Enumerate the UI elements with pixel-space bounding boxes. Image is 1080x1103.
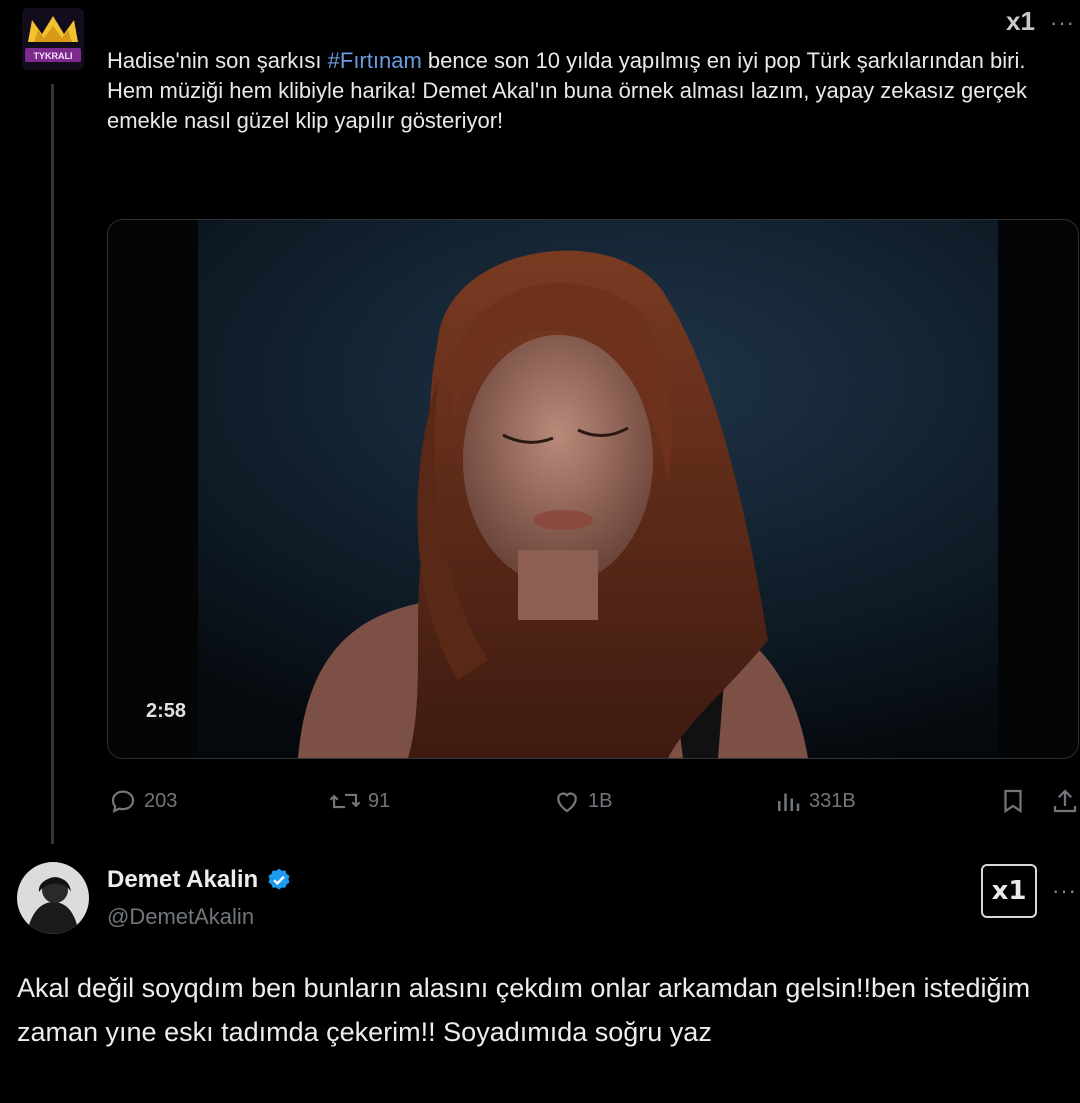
repost-count: 91 bbox=[368, 789, 391, 812]
verified-badge-icon bbox=[268, 868, 290, 890]
bookmark-icon bbox=[1004, 789, 1022, 814]
like-count: 1B bbox=[588, 789, 613, 812]
more-icon[interactable]: ··· bbox=[1050, 10, 1075, 36]
like-button[interactable]: 1B bbox=[552, 786, 612, 816]
share-button[interactable] bbox=[1050, 786, 1080, 816]
grok-icon[interactable]: x1 bbox=[981, 864, 1037, 918]
avatar-label: TYKRALI bbox=[34, 51, 73, 61]
hashtag-link[interactable]: #Fırtınam bbox=[328, 48, 422, 73]
more-icon[interactable]: ··· bbox=[1052, 878, 1077, 904]
crown-logo-icon: TYKRALI bbox=[22, 8, 84, 70]
video-thumbnail[interactable] bbox=[107, 219, 1079, 759]
grok-icon[interactable]: x1 bbox=[1006, 6, 1035, 37]
reply-button[interactable]: 203 bbox=[108, 786, 177, 816]
profile-photo-image bbox=[17, 862, 89, 934]
repost-icon bbox=[329, 793, 361, 809]
bookmark-button[interactable] bbox=[998, 786, 1028, 816]
views-count: 331B bbox=[809, 789, 856, 812]
author-avatar[interactable]: TYKRALI bbox=[22, 8, 84, 70]
thread-connector-line bbox=[51, 84, 54, 844]
video-frame-image bbox=[108, 220, 1078, 758]
reply-count: 203 bbox=[144, 789, 178, 812]
repost-button[interactable]: 91 bbox=[328, 786, 390, 816]
post-action-bar: 203 91 1B 331B bbox=[0, 786, 1080, 820]
reply-icon bbox=[111, 790, 135, 813]
reply-author-handle[interactable]: @DemetAkalin bbox=[107, 904, 254, 930]
video-duration: 2:58 bbox=[146, 700, 187, 722]
reply-author-name-row[interactable]: Demet Akalin bbox=[107, 866, 292, 894]
reply-author-name[interactable]: Demet Akalin bbox=[107, 866, 258, 894]
reply-text: Akal değil soyqdım ben bunların alasını … bbox=[17, 973, 1031, 1047]
reply-author-avatar[interactable] bbox=[17, 862, 89, 934]
views-button[interactable]: 331B bbox=[773, 786, 856, 816]
share-icon bbox=[1053, 789, 1077, 813]
post-text: Hadise'nin son şarkısı #Fırtınam bence s… bbox=[107, 46, 1077, 136]
views-icon bbox=[778, 793, 800, 811]
like-icon bbox=[557, 792, 577, 813]
post-text-start: Hadise'nin son şarkısı bbox=[107, 48, 328, 73]
